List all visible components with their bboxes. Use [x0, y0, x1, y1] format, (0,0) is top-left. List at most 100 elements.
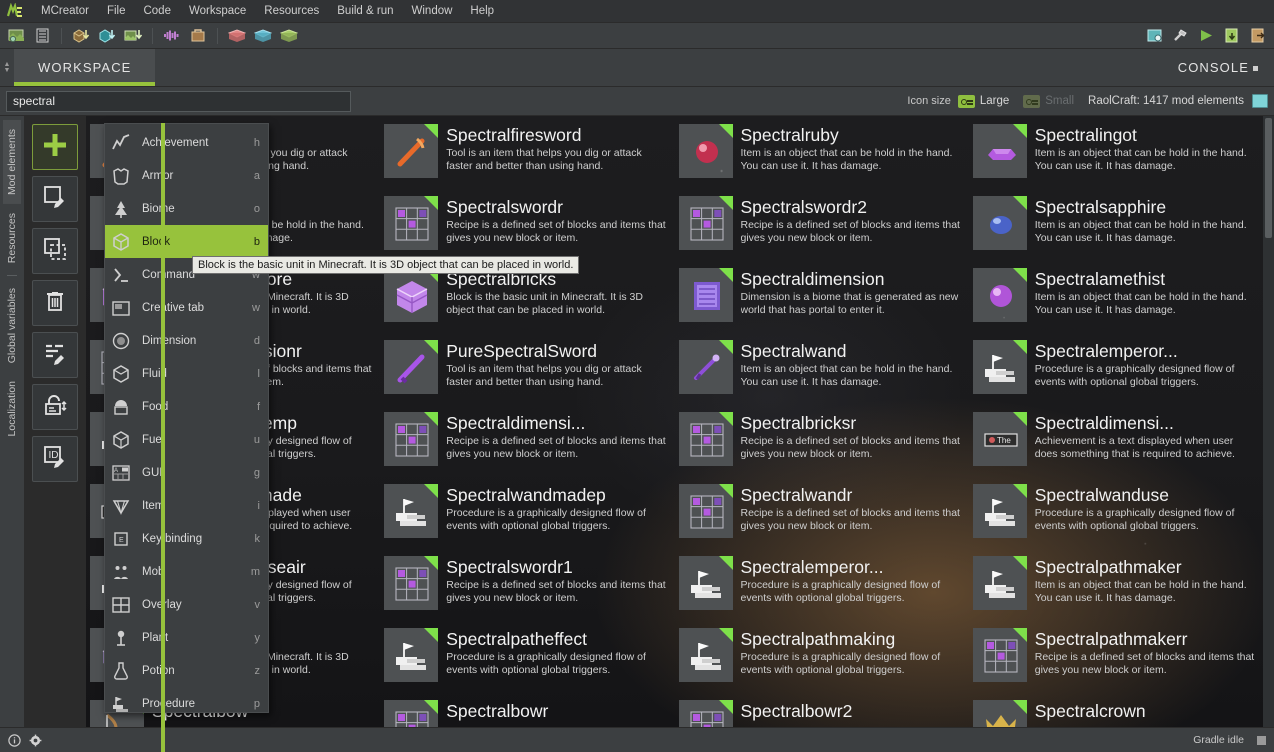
dropdown-item-key-binding[interactable]: E Key binding k — [105, 522, 268, 555]
mod-element-card[interactable]: Spectralcrown — [969, 694, 1263, 727]
import-block-icon[interactable] — [71, 26, 91, 46]
workspace-list-icon[interactable] — [32, 26, 52, 46]
tab-console[interactable]: CONSOLE — [1154, 49, 1274, 86]
mod-element-card[interactable]: Spectralbowr — [380, 694, 674, 727]
menu-code[interactable]: Code — [134, 2, 180, 20]
export-green-icon[interactable] — [279, 26, 299, 46]
lock-element-button[interactable] — [32, 384, 78, 430]
mod-element-card[interactable]: Spectralruby Item is an object that can b… — [675, 118, 969, 190]
grid-vertical-scrollbar[interactable] — [1263, 116, 1274, 727]
delete-mod-element-button[interactable] — [32, 280, 78, 326]
mod-element-card[interactable]: Spectralpathmaking Procedure is a graphic… — [675, 622, 969, 694]
mod-element-card[interactable]: Spectralwanduse Procedure is a graphicall… — [969, 478, 1263, 550]
dropdown-item-label: GUI — [142, 466, 163, 479]
import-texture-icon[interactable] — [97, 26, 117, 46]
mod-element-card[interactable]: Spectralemperor... Procedure is a graphic… — [675, 550, 969, 622]
mod-element-thumbnail — [972, 124, 1027, 178]
icon-size-large-label[interactable]: Large — [980, 95, 1009, 107]
dropdown-item-armor[interactable]: Armor a — [105, 159, 268, 192]
mod-element-card[interactable]: Spectralpatheffect Procedure is a graphic… — [380, 622, 674, 694]
mod-element-card[interactable]: Spectralwand Item is an object that can b… — [675, 334, 969, 406]
new-workspace-icon[interactable] — [6, 26, 26, 46]
export-blue-icon[interactable] — [253, 26, 273, 46]
dropdown-item-overlay[interactable]: Overlay v — [105, 588, 268, 621]
mod-element-card[interactable]: Spectraldimensi... Recipe is a defined se… — [380, 406, 674, 478]
sidebar-item-mod-elements[interactable]: Mod elements — [3, 120, 21, 204]
scrollbar-thumb[interactable] — [1265, 118, 1272, 238]
mod-element-card[interactable]: Spectralwandr Recipe is a defined set of … — [675, 478, 969, 550]
dropdown-item-food[interactable]: Food f — [105, 390, 268, 423]
tab-workspace[interactable]: WORKSPACE — [14, 49, 156, 86]
rename-id-button[interactable]: ID — [32, 436, 78, 482]
mod-element-card[interactable]: Spectralemperor... Procedure is a graphic… — [969, 334, 1263, 406]
icon-size-small-radio[interactable] — [1023, 94, 1041, 108]
menu-window[interactable]: Window — [403, 2, 462, 20]
mod-element-card[interactable]: PureSpectralSword Tool is an item that he… — [380, 334, 674, 406]
menu-workspace[interactable]: Workspace — [180, 2, 255, 20]
mod-element-card[interactable]: Spectralpathmaker Item is an object that … — [969, 550, 1263, 622]
tab-scroll-arrows[interactable]: ▲ ▼ — [0, 49, 14, 86]
dropdown-item-achievement[interactable]: Achievement h — [105, 126, 268, 159]
mod-element-text: Spectralsapphire Item is an object that c… — [1035, 196, 1257, 245]
mod-element-card[interactable]: Spectralamethist Item is an object that c… — [969, 262, 1263, 334]
menu-build-and-run[interactable]: Build & run — [328, 2, 402, 20]
status-bar: Gradle idle — [0, 727, 1274, 752]
dropdown-item-gui[interactable]: A GUI g — [105, 456, 268, 489]
add-mod-element-button[interactable] — [32, 124, 78, 170]
mod-element-card[interactable]: Spectralbowr2 — [675, 694, 969, 727]
mod-element-text: Spectralpathmaking Procedure is a graphic… — [741, 628, 963, 677]
mod-element-card[interactable]: The Spectraldimensi... Achievement is a te… — [969, 406, 1263, 478]
mod-element-name: Spectralingot — [1034, 125, 1137, 145]
mod-element-card[interactable]: Spectralswordr Recipe is a defined set of… — [380, 190, 674, 262]
open-folder-icon[interactable] — [1248, 26, 1268, 46]
stop-square-icon[interactable] — [1257, 735, 1266, 745]
mod-element-card[interactable]: Spectralingot Item is an object that can … — [969, 118, 1263, 190]
run-client-icon[interactable] — [1196, 26, 1216, 46]
dropdown-item-plant[interactable]: Plant y — [105, 621, 268, 654]
mod-element-card[interactable]: Spectralpathmakerr Recipe is a defined se… — [969, 622, 1263, 694]
mod-element-card[interactable]: Spectralswordr2 Recipe is a defined set o… — [675, 190, 969, 262]
dropdown-item-fuel[interactable]: Fuel u — [105, 423, 268, 456]
menu-resources[interactable]: Resources — [255, 2, 328, 20]
mod-element-card[interactable]: Spectralfiresword Tool is an item that he… — [380, 118, 674, 190]
sidebar-item-global-variables[interactable]: Global variables — [3, 279, 21, 372]
sidebar-item-resources[interactable]: Resources — [3, 204, 21, 272]
search-input[interactable] — [6, 90, 351, 112]
block-icon — [109, 230, 133, 254]
import-image-icon[interactable] — [123, 26, 143, 46]
export-mod-icon[interactable] — [1222, 26, 1242, 46]
icon-size-large-radio[interactable] — [957, 94, 975, 108]
sound-icon[interactable] — [162, 26, 182, 46]
menu-help[interactable]: Help — [461, 2, 503, 20]
dropdown-item-block[interactable]: Block b — [105, 225, 268, 258]
menu-mcreator[interactable]: MCreator — [32, 2, 98, 20]
dropdown-item-creative-tab[interactable]: Creative tab w — [105, 291, 268, 324]
dropdown-item-potion[interactable]: Potion z — [105, 654, 268, 687]
duplicate-mod-element-button[interactable] — [32, 228, 78, 274]
dropdown-item-dimension[interactable]: Dimension d — [105, 324, 268, 357]
workspace-settings-icon[interactable] — [1144, 26, 1164, 46]
gear-icon[interactable] — [29, 734, 42, 747]
icon-size-small-label[interactable]: Small — [1045, 95, 1074, 107]
mod-element-card[interactable]: Spectraldimension Dimension is a biome th… — [675, 262, 969, 334]
workspace-icon[interactable] — [1252, 94, 1268, 108]
edit-mod-element-button[interactable] — [32, 176, 78, 222]
mod-element-card[interactable]: Spectralswordr1 Recipe is a defined set o… — [380, 550, 674, 622]
mod-element-card[interactable]: Spectralwandmadep Procedure is a graphica… — [380, 478, 674, 550]
edit-code-button[interactable] — [32, 332, 78, 378]
menu-file[interactable]: File — [98, 2, 135, 20]
sidebar-item-localization[interactable]: Localization — [3, 372, 21, 445]
structure-icon[interactable] — [188, 26, 208, 46]
info-icon[interactable] — [8, 733, 21, 747]
mod-element-thumbnail — [678, 196, 733, 250]
export-red-icon[interactable] — [227, 26, 247, 46]
dropdown-item-fluid[interactable]: Fluid l — [105, 357, 268, 390]
mod-element-card[interactable]: Spectralsapphire Item is an object that c… — [969, 190, 1263, 262]
dropdown-item-item[interactable]: Item i — [105, 489, 268, 522]
dropdown-item-biome[interactable]: Biome o — [105, 192, 268, 225]
toolbar-separator-3 — [217, 27, 218, 44]
dropdown-item-mob[interactable]: Mob m — [105, 555, 268, 588]
mod-element-card[interactable]: Spectralbricksr Recipe is a defined set o… — [675, 406, 969, 478]
dropdown-item-procedure[interactable]: Procedure p — [105, 687, 268, 712]
build-hammer-icon[interactable] — [1170, 26, 1190, 46]
